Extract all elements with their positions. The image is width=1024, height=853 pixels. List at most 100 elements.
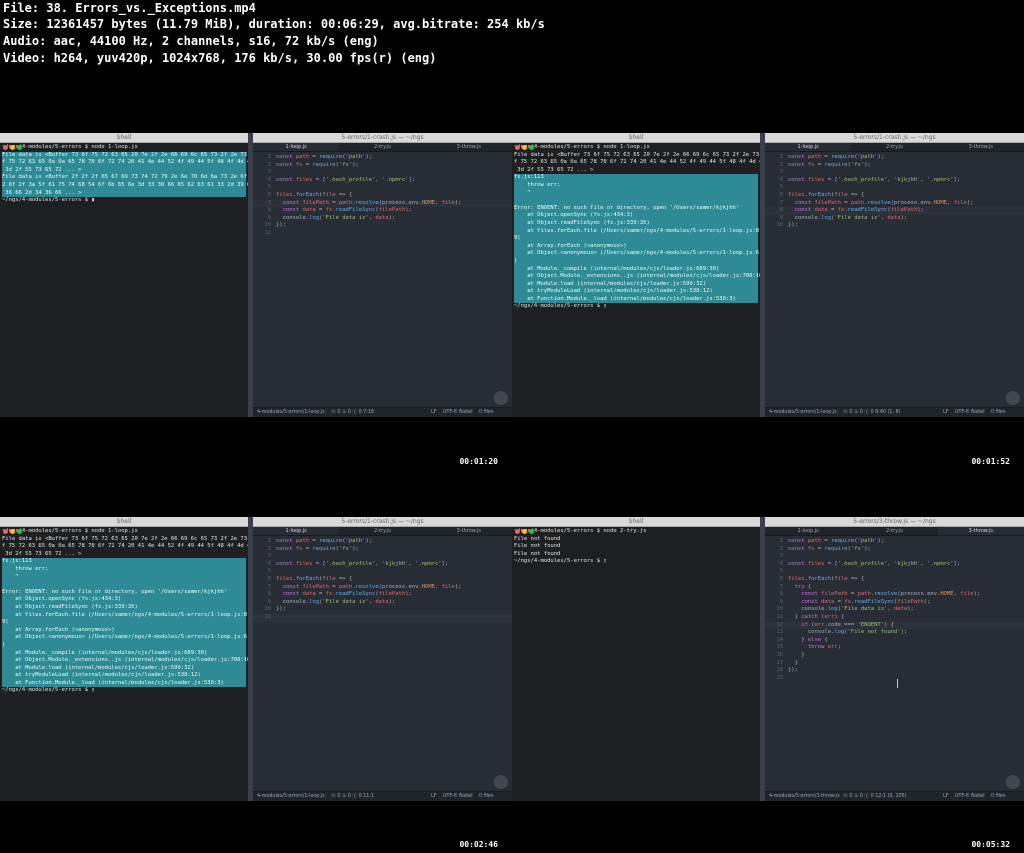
status-item[interactable]: LF [431, 408, 436, 417]
zoom-button[interactable] [529, 145, 534, 150]
status-item[interactable]: Babel [971, 408, 985, 417]
code-token: } [788, 613, 802, 620]
code-token: files [807, 560, 825, 567]
tab-3-throw[interactable]: 3-throw.js [426, 527, 512, 535]
zoom-button[interactable] [17, 529, 22, 534]
tab-1-loop[interactable]: 1-loop.js [765, 527, 851, 535]
terminal-output[interactable]: ~/ngs/4-modules/5-errors $ node 1-loop.j… [0, 143, 248, 206]
tab-1-loop[interactable]: 1-loop.js [253, 527, 340, 535]
status-item[interactable]: Babel [459, 792, 473, 801]
status-item[interactable]: LF [431, 792, 436, 801]
status-diagnostics[interactable]: ⓪ 0 ⚠ 0 ⓘ 0 7:18 [331, 408, 374, 417]
tab-2-try[interactable]: 2-try.js [851, 527, 937, 535]
tab-2-try[interactable]: 2-try.js [339, 143, 425, 151]
status-file-path[interactable]: 4-modules/5-errors/1-loop.js [257, 792, 325, 801]
status-file-path[interactable]: 4-modules/5-errors/1-loop.js [257, 408, 325, 417]
code-token: files [295, 176, 313, 183]
close-button[interactable] [515, 529, 520, 534]
line-number: 8 [267, 207, 271, 214]
status-item[interactable]: LF [943, 792, 948, 801]
status-item[interactable]: LF [943, 408, 948, 417]
minimize-button[interactable] [522, 145, 527, 150]
status-diagnostics[interactable]: ⓪ 0 ⚠ 0 ⓘ 0 12:1 (0, 105) [843, 792, 907, 801]
status-file-path[interactable]: 4-modules/5-errors/3-throw.js [769, 792, 840, 801]
code-line: 9 console.log('File data is', data); [765, 215, 1024, 223]
status-diagnostics[interactable]: ⓪ 0 ⚠ 0 ⓘ 0 11:1 [331, 792, 374, 801]
terminal-output[interactable]: ~/ngs/4-modules/5-errors $ node 1-loop.j… [0, 527, 248, 696]
code-token: (process.env. [890, 199, 934, 206]
close-button[interactable] [3, 529, 8, 534]
code-editor[interactable]: 1 const path = require('path'); 2 const fs … [765, 536, 1024, 682]
code-token: files [788, 575, 805, 582]
code-token: require [831, 538, 855, 544]
line-number: 4 [267, 560, 271, 567]
status-item[interactable]: 0 files [479, 408, 493, 417]
code-line: 14 } else { [765, 637, 1024, 645]
code-token: => { [335, 191, 353, 198]
tab-1-loop[interactable]: 1-loop.js [765, 143, 852, 151]
terminal-title: Shell [116, 134, 132, 141]
line-number: 7 [779, 583, 783, 590]
code-token: filePath [821, 591, 848, 598]
line-number: 2 [779, 161, 783, 168]
code-editor[interactable]: 1 const path = require('path'); 2 const fs … [765, 152, 1024, 230]
line-number: 1 [267, 538, 271, 544]
status-item[interactable]: 0 files [991, 408, 1005, 417]
terminal-line: at Module.load (internal/modules/cjs/loa… [514, 280, 758, 289]
code-token: , [434, 199, 442, 206]
tab-2-try[interactable]: 2-try.js [339, 527, 425, 535]
terminal-titlebar: Shell [512, 517, 760, 534]
status-diagnostics[interactable]: ⓪ 0 ⚠ 0 ⓘ 0 8:40 (1, 8) [843, 408, 900, 417]
code-token: else [807, 636, 822, 643]
code-token: const [794, 199, 815, 206]
status-item[interactable]: 0 files [479, 792, 493, 801]
tab-3-throw[interactable]: 3-throw.js [937, 527, 1024, 535]
code-line: 15 throw err; [765, 644, 1024, 652]
code-token: { [804, 583, 812, 590]
status-item[interactable]: Babel [459, 408, 473, 417]
zoom-button[interactable] [529, 529, 534, 534]
code-token: HOME [940, 591, 954, 598]
status-item[interactable]: Babel [971, 792, 985, 801]
code-token: resolve [874, 591, 898, 598]
terminal-line: 36 66 2d 34 36 66 ... > [2, 189, 246, 198]
line-number: 6 [267, 191, 271, 198]
close-button[interactable] [515, 145, 520, 150]
frame-timestamp: 00:01:20 [459, 457, 498, 466]
code-token: 'path' [857, 538, 878, 544]
tab-3-throw[interactable]: 3-throw.js [426, 143, 512, 151]
minimize-button[interactable] [10, 529, 15, 534]
tab-3-throw[interactable]: 3-throw.js [938, 143, 1024, 151]
status-item[interactable]: 0 files [991, 792, 1005, 801]
status-bar: 4-modules/5-errors/1-loop.js ⓪ 0 ⚠ 0 ⓘ 0 … [253, 407, 512, 417]
terminal-line: throw err; [2, 565, 246, 574]
minimize-button[interactable] [10, 145, 15, 150]
zoom-button[interactable] [17, 145, 22, 150]
code-line: 3 [765, 169, 1024, 177]
minimize-button[interactable] [522, 529, 527, 534]
status-item[interactable]: UTF-8 [443, 408, 457, 417]
status-item[interactable]: UTF-8 [955, 408, 969, 417]
code-token: const [276, 560, 296, 567]
code-token: require [312, 161, 336, 168]
code-token: 'ENOENT' [857, 621, 885, 628]
close-button[interactable] [3, 145, 8, 150]
code-token: const [794, 207, 815, 214]
tab-1-loop[interactable]: 1-loop.js [253, 143, 340, 151]
terminal-output[interactable]: ~/ngs/4-modules/5-errors $ node 2-try.js… [512, 527, 760, 567]
code-token: 'path' [345, 538, 366, 544]
status-item[interactable]: UTF-8 [443, 792, 457, 801]
code-line: 9 const data = fs.readFileSync(filePath)… [765, 599, 1024, 607]
editor-window: 5-errors/3-throw.js — ~/ngs 1-loop.js 2-tr… [765, 517, 1024, 801]
line-number: 14 [776, 636, 783, 643]
code-editor[interactable]: 1 const path = require('path'); 2 const fs … [253, 536, 512, 622]
status-item[interactable]: UTF-8 [955, 792, 969, 801]
terminal-output[interactable]: ~/ngs/4-modules/5-errors $ node 1-loop.j… [512, 143, 760, 312]
line-number: 9 [267, 214, 271, 221]
code-line: 7 const filePath = path.resolve(process.… [253, 584, 512, 592]
tab-2-try[interactable]: 2-try.js [851, 143, 937, 151]
status-file-path[interactable]: 4-modules/5-errors/1-loop.js [769, 408, 837, 417]
terminal-line: at Object.Module._extensions..js (intern… [514, 273, 760, 281]
code-editor[interactable]: 1 const path = require('path'); 2 const fs … [253, 152, 512, 238]
